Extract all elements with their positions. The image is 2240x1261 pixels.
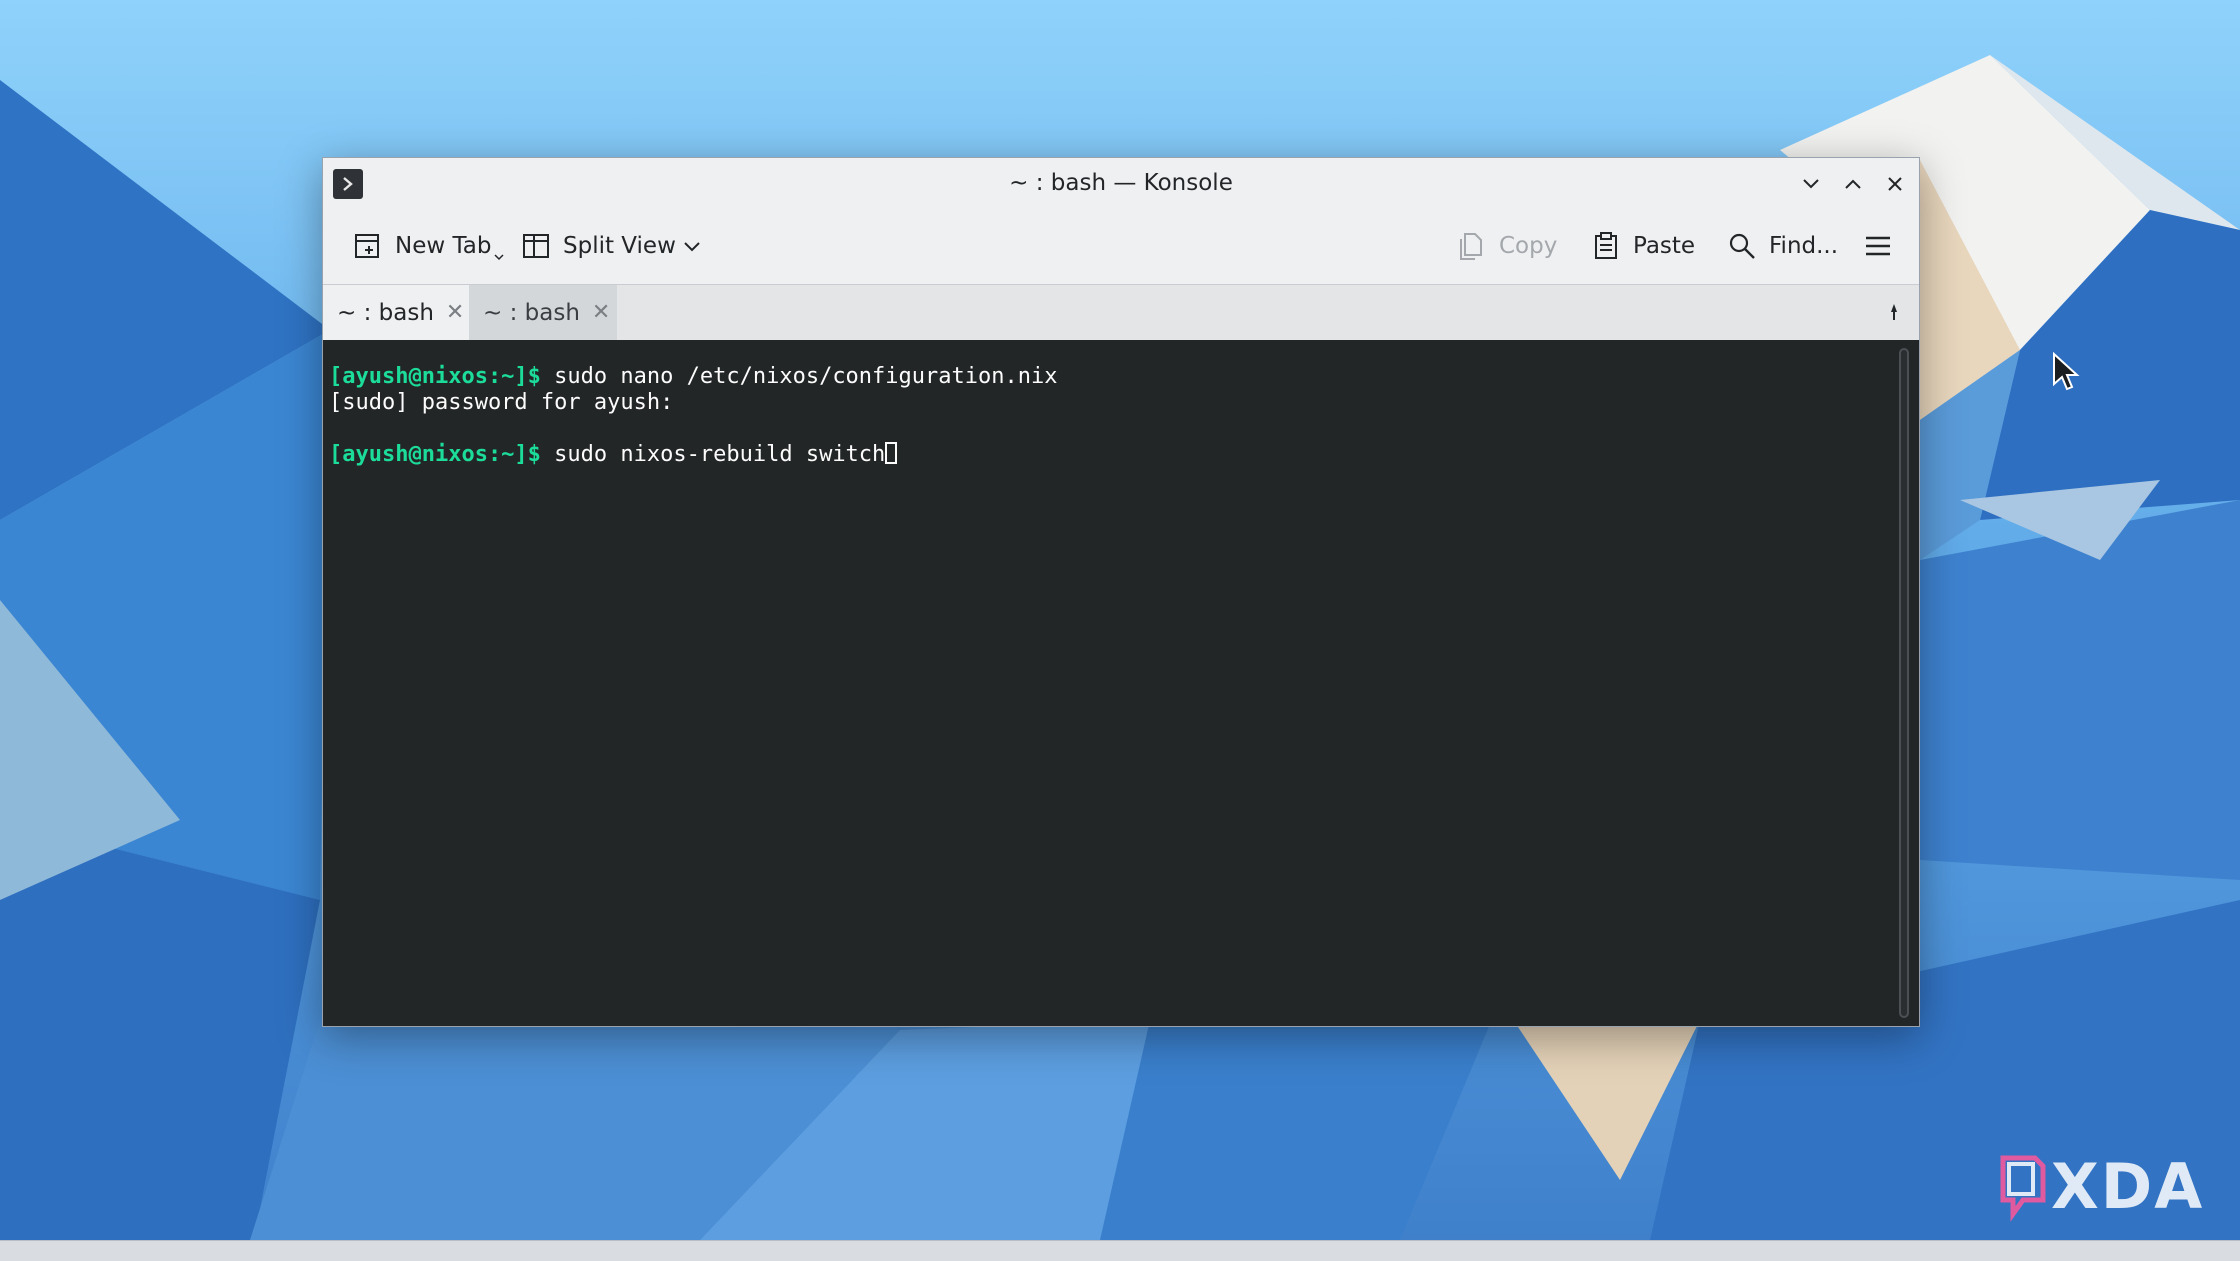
konsole-window: ~ : bash — Konsole New Tab Split View Co… — [322, 157, 1920, 1027]
paste-icon — [1589, 229, 1623, 263]
window-title: ~ : bash — Konsole — [1009, 170, 1233, 196]
tab-label: ~ : bash — [483, 299, 580, 326]
output-text: [sudo] password for ayush: — [329, 390, 674, 415]
chevron-down-icon — [684, 242, 700, 252]
search-icon — [1725, 229, 1759, 263]
tab-options-button[interactable] — [1881, 299, 1907, 325]
find-button[interactable]: Find... — [1725, 224, 1838, 268]
split-view-button[interactable]: Split View — [519, 224, 676, 268]
hamburger-menu-button[interactable] — [1863, 224, 1893, 268]
terminal-line: [sudo] password for ayush: — [329, 390, 1913, 416]
text-cursor — [885, 442, 898, 464]
close-icon[interactable]: ✕ — [592, 300, 610, 325]
terminal-scrollbar[interactable] — [1899, 348, 1909, 1018]
copy-label: Copy — [1499, 233, 1558, 259]
find-label: Find... — [1769, 233, 1839, 259]
split-view-label: Split View — [563, 233, 676, 259]
new-tab-icon — [351, 229, 385, 263]
command-text: sudo nano /etc/nixos/configuration.nix — [540, 364, 1058, 389]
shell-prompt: [ayush@nixos:~]$ — [329, 364, 541, 389]
terminal-area[interactable]: [ayush@nixos:~]$ sudo nano /etc/nixos/co… — [323, 340, 1919, 1026]
title-bar: ~ : bash — Konsole — [323, 158, 1919, 210]
shell-prompt: [ayush@nixos:~]$ — [329, 442, 541, 467]
chevron-up-icon — [1845, 179, 1861, 189]
dropdown-indicator-icon — [494, 254, 504, 261]
close-icon — [1888, 177, 1902, 191]
paste-button[interactable]: Paste — [1589, 224, 1695, 268]
chevron-down-icon — [1803, 179, 1819, 189]
taskbar — [0, 1240, 2240, 1261]
split-view-icon — [519, 229, 553, 263]
maximize-button[interactable] — [1840, 171, 1866, 197]
terminal-line: [ayush@nixos:~]$ sudo nixos-rebuild swit… — [329, 442, 1913, 468]
watermark-text: XDA — [2051, 1150, 2205, 1223]
tab-label: ~ : bash — [337, 299, 434, 326]
tab-bash-2[interactable]: ~ : bash ✕ — [469, 285, 617, 340]
hamburger-menu-icon — [1866, 236, 1890, 256]
new-tab-button[interactable]: New Tab — [351, 224, 505, 268]
toolbar: New Tab Split View Copy Paste Find... — [323, 210, 1919, 284]
pin-icon — [1891, 304, 1897, 320]
copy-button[interactable]: Copy — [1455, 224, 1557, 268]
paste-label: Paste — [1633, 233, 1696, 259]
tab-bash-1[interactable]: ~ : bash ✕ — [323, 285, 469, 340]
minimize-button[interactable] — [1798, 171, 1824, 197]
mouse-pointer-icon — [2052, 351, 2080, 396]
xda-logo-icon — [2000, 1155, 2046, 1222]
tab-bar: ~ : bash ✕ ~ : bash ✕ — [323, 284, 1919, 340]
xda-watermark: XDA — [1995, 1150, 2204, 1223]
split-view-dropdown[interactable] — [681, 224, 703, 268]
copy-icon — [1455, 229, 1489, 263]
terminal-line: [ayush@nixos:~]$ sudo nano /etc/nixos/co… — [329, 364, 1913, 390]
close-icon[interactable]: ✕ — [446, 300, 464, 325]
close-window-button[interactable] — [1882, 171, 1908, 197]
new-tab-label: New Tab — [395, 233, 492, 259]
command-text: sudo nixos-rebuild switch — [540, 442, 886, 467]
